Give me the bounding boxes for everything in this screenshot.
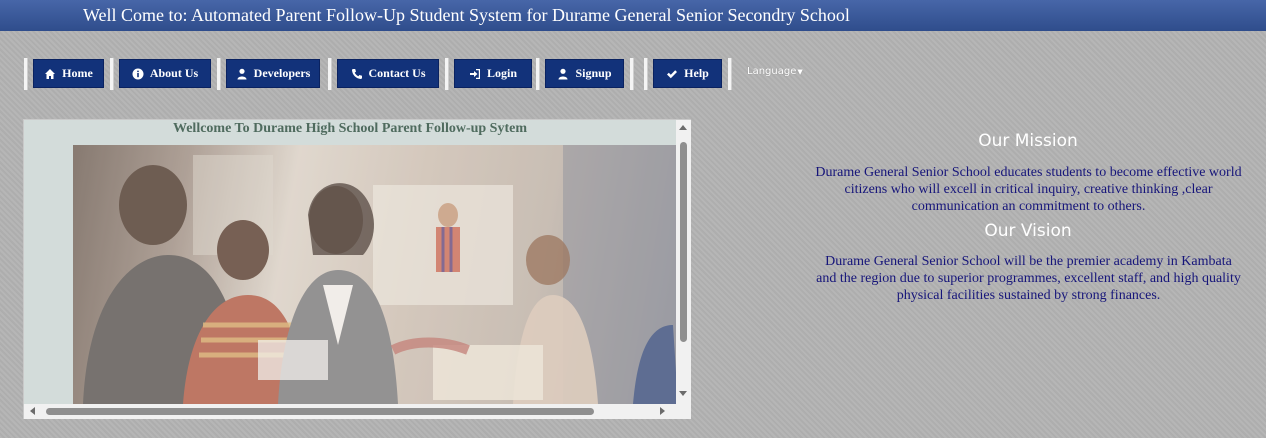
nav-separator <box>445 58 449 90</box>
language-label: Language <box>747 66 797 77</box>
nav-help-button[interactable]: Help <box>653 59 722 88</box>
welcome-heading: Wellcome To Durame High School Parent Fo… <box>172 121 527 136</box>
nav-login-button[interactable]: Login <box>454 59 532 88</box>
nav-separator <box>24 58 28 90</box>
phone-icon <box>351 68 362 79</box>
scroll-up-icon[interactable] <box>679 125 687 130</box>
nav-separator <box>644 58 648 90</box>
nav-separator <box>630 58 634 90</box>
mission-text: Durame General Senior School educates st… <box>815 165 1242 214</box>
sign-in-icon <box>469 68 480 79</box>
caret-down-icon: ▼ <box>797 68 803 76</box>
nav-home-button[interactable]: Home <box>33 59 104 88</box>
language-dropdown[interactable]: Language▼ <box>747 66 803 77</box>
nav-home-label: Home <box>62 66 93 80</box>
nav-separator <box>536 58 540 90</box>
nav-separator <box>328 58 332 90</box>
nav-about-label: About Us <box>149 66 199 80</box>
nav-separator <box>110 58 114 90</box>
info-icon <box>132 68 144 79</box>
nav-separator <box>728 58 732 90</box>
user-icon <box>558 68 568 79</box>
nav-separator <box>217 58 221 90</box>
vertical-scrollbar[interactable] <box>676 120 691 404</box>
nav-login-label: Login <box>486 66 517 80</box>
user-icon <box>237 68 247 79</box>
photo-overlay <box>73 145 678 404</box>
horizontal-scrollbar[interactable] <box>24 404 676 419</box>
vertical-scroll-thumb[interactable] <box>680 142 687 342</box>
vision-text: Durame General Senior School will be the… <box>816 254 1241 303</box>
nav-developers-button[interactable]: Developers <box>226 59 320 88</box>
nav-help-label: Help <box>684 66 709 80</box>
scrollbar-corner <box>676 404 691 419</box>
scroll-down-icon[interactable] <box>679 391 687 396</box>
nav-contact-button[interactable]: Contact Us <box>337 59 439 88</box>
horizontal-scroll-thumb[interactable] <box>46 408 594 415</box>
scroll-left-icon[interactable] <box>30 407 35 415</box>
scroll-right-icon[interactable] <box>660 407 665 415</box>
nav-signup-button[interactable]: Signup <box>545 59 624 88</box>
nav-signup-label: Signup <box>575 66 612 80</box>
check-icon <box>667 69 678 78</box>
nav-developers-label: Developers <box>253 66 311 80</box>
welcome-frame: Wellcome To Durame High School Parent Fo… <box>23 119 691 419</box>
nav-about-button[interactable]: About Us <box>119 59 211 88</box>
vision-heading: Our Vision <box>984 221 1072 241</box>
page-title: Well Come to: Automated Parent Follow-Up… <box>83 5 850 25</box>
page-header: Well Come to: Automated Parent Follow-Up… <box>0 0 1266 31</box>
home-icon <box>45 68 56 79</box>
nav-contact-label: Contact Us <box>368 66 426 80</box>
mission-heading: Our Mission <box>978 131 1078 151</box>
parents-students-photo <box>73 145 678 404</box>
